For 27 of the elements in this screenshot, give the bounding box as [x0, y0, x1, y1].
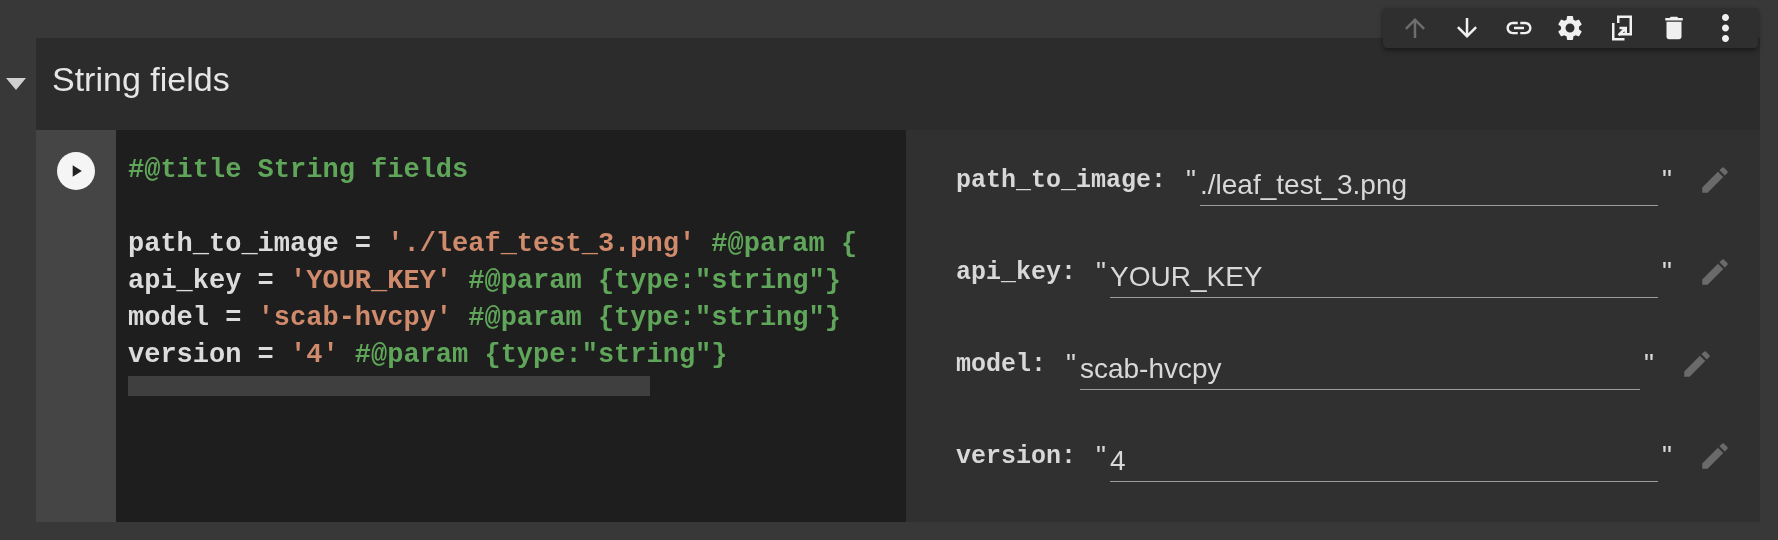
code-line: api_key = 'YOUR_KEY' #@param {type:"string"} — [128, 265, 842, 298]
field-label: api_key: — [956, 257, 1077, 287]
input-field[interactable]: scab-hvcpy — [1079, 348, 1640, 390]
field-label: version: — [956, 441, 1077, 471]
more-icon — [1721, 13, 1731, 43]
input-field[interactable]: 4 — [1110, 440, 1659, 482]
input-field[interactable]: ./leaf_test_3.png — [1200, 164, 1659, 206]
quote-mark: " — [1095, 440, 1107, 472]
run-button[interactable] — [57, 152, 95, 190]
quote-mark: " — [1661, 440, 1673, 472]
horizontal-scrollbar[interactable] — [128, 376, 650, 396]
quote-mark: " — [1065, 348, 1077, 380]
quote-mark: " — [1661, 256, 1673, 288]
field-label: model: — [956, 349, 1046, 379]
code-line: model = 'scab-hvcpy' #@param {type:"string"} — [128, 302, 842, 335]
quote-mark: " — [1642, 348, 1655, 380]
quote-mark: " — [1661, 164, 1673, 196]
quote-mark: " — [1095, 256, 1107, 288]
code-line: version = '4' #@param {type:"string"} — [128, 339, 729, 372]
cell-title: String fields — [51, 59, 231, 100]
code-editor[interactable]: #@title String fields path_to_image = './leaf_test_3.png' #@param { api_key = 'YOUR_KEY' #@param {type:"string"} model = 'scab-hvcpy' #@param {type:"string"} version = '4' #@param {type:"string"} — [116, 130, 906, 522]
input-field[interactable]: YOUR_KEY — [1110, 256, 1659, 298]
field-label: path_to_image: — [956, 165, 1167, 195]
code-line: path_to_image = './leaf_test_3.png' #@param { — [128, 228, 859, 261]
collapse-caret-icon[interactable] — [6, 78, 26, 90]
code-line: #@title String fields — [128, 154, 470, 187]
quote-mark: " — [1185, 164, 1197, 196]
